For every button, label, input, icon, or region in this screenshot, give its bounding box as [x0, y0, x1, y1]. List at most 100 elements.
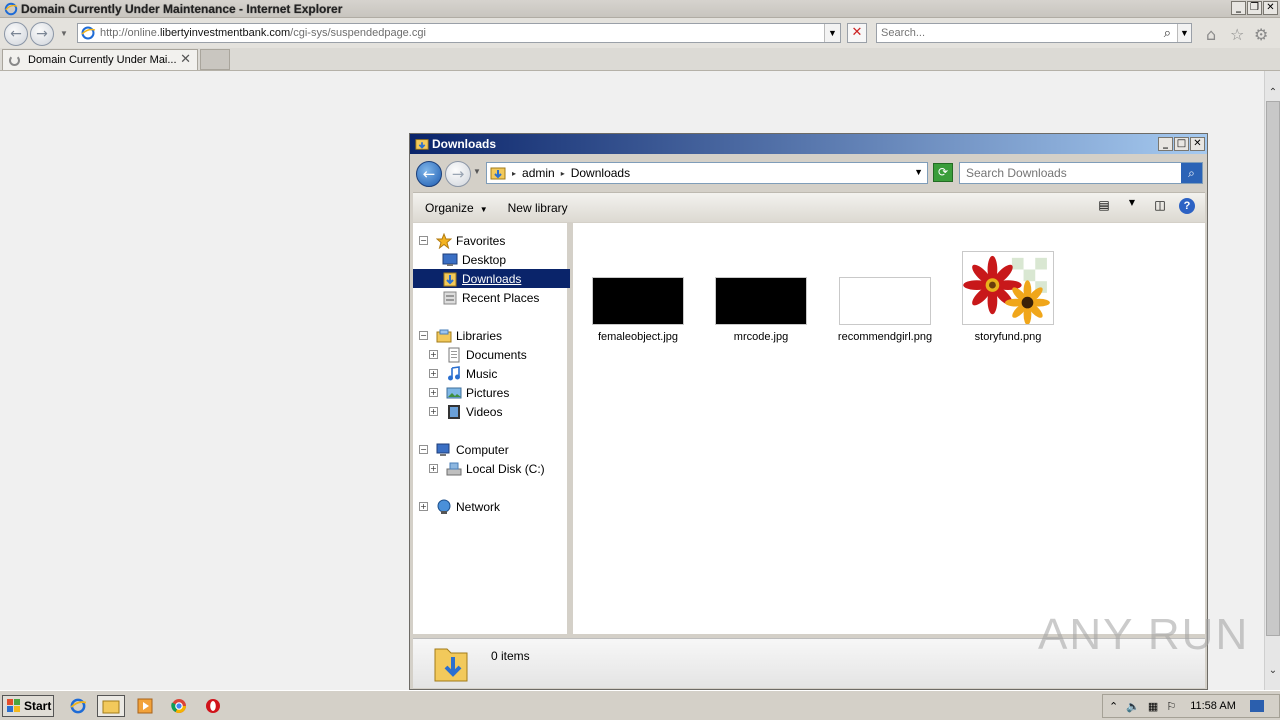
file-list-pane: femaleobject.jpg mrcode.jpg recommendgir…: [573, 223, 1205, 634]
breadcrumb-separator-icon[interactable]: ▸: [512, 169, 516, 178]
ie-search-input[interactable]: [877, 27, 1147, 39]
start-button[interactable]: Start: [2, 695, 54, 717]
tree-computer[interactable]: − Computer: [419, 440, 509, 459]
explorer-recent-dropdown[interactable]: ▼: [473, 167, 481, 176]
expand-icon[interactable]: +: [429, 369, 438, 378]
ie-url-text: http://online.libertyinvestmentbank.com/…: [100, 27, 426, 39]
tree-pictures[interactable]: + Pictures: [429, 383, 509, 402]
expand-icon[interactable]: +: [419, 502, 428, 511]
explorer-maximize-button[interactable]: □: [1174, 137, 1189, 151]
network-status-icon[interactable]: ▦: [1148, 700, 1158, 713]
file-item[interactable]: recommendgirl.png: [830, 277, 940, 343]
search-icon[interactable]: ⌕: [1164, 25, 1171, 41]
explorer-window: Downloads _ □ ✕ ← → ▼ ▸ admin ▸ Download…: [409, 133, 1208, 690]
file-name: storyfund.png: [974, 331, 1042, 343]
ie-title-bar: Domain Currently Under Maintenance - Int…: [0, 0, 1280, 18]
tree-local-disk[interactable]: + Local Disk (C:): [429, 459, 545, 478]
ie-back-button[interactable]: ←: [4, 22, 28, 46]
collapse-icon[interactable]: −: [419, 236, 428, 245]
explorer-close-button[interactable]: ✕: [1190, 137, 1205, 151]
tree-desktop[interactable]: Desktop: [442, 250, 512, 269]
ie-minimize-button[interactable]: _: [1231, 1, 1246, 15]
ie-tab-active[interactable]: Domain Currently Under Mai... ✕: [2, 49, 198, 70]
clock[interactable]: 11:58 AM: [1190, 700, 1236, 712]
ie-restore-button[interactable]: ❐: [1247, 1, 1262, 15]
ie-search-box[interactable]: ⌕ ▼: [876, 23, 1192, 43]
ie-stop-button[interactable]: ✕: [847, 23, 867, 43]
explorer-breadcrumb[interactable]: ▸ admin ▸ Downloads ▼: [486, 162, 928, 184]
volume-icon[interactable]: 🔈: [1126, 700, 1140, 713]
collapse-icon[interactable]: −: [419, 445, 428, 454]
explorer-search-input[interactable]: [960, 163, 1178, 183]
expand-icon[interactable]: +: [429, 464, 438, 473]
collapse-icon[interactable]: −: [419, 331, 428, 340]
tree-videos[interactable]: + Videos: [429, 402, 502, 421]
expand-icon[interactable]: +: [429, 407, 438, 416]
anyrun-watermark: ANY RUN: [1038, 610, 1250, 659]
tree-documents[interactable]: + Documents: [429, 345, 527, 364]
file-item[interactable]: femaleobject.jpg: [583, 277, 693, 343]
taskbar-explorer[interactable]: [97, 695, 125, 717]
explorer-search-box[interactable]: ⌕: [959, 162, 1203, 184]
scroll-down-arrow[interactable]: ⌄: [1265, 663, 1280, 679]
tree-music[interactable]: + Music: [429, 364, 497, 383]
breadcrumb-dropdown[interactable]: ▼: [914, 167, 923, 177]
downloads-folder-icon: [443, 272, 457, 286]
favorites-star-icon[interactable]: ☆: [1230, 25, 1244, 44]
tree-downloads[interactable]: Downloads: [413, 269, 570, 288]
tree-libraries[interactable]: − Libraries: [419, 326, 502, 345]
page-vertical-scrollbar[interactable]: ⌃ ⌄: [1264, 71, 1280, 690]
tab-close-icon[interactable]: ✕: [180, 52, 191, 67]
taskbar-chrome[interactable]: [165, 695, 193, 717]
show-desktop-icon[interactable]: [1249, 700, 1264, 712]
ie-address-bar[interactable]: http://online.libertyinvestmentbank.com/…: [77, 23, 841, 43]
taskbar-opera[interactable]: [199, 695, 227, 717]
show-hidden-icons-icon[interactable]: ⌃: [1109, 700, 1118, 713]
breadcrumb-separator-icon[interactable]: ▸: [561, 169, 565, 178]
home-icon[interactable]: ⌂: [1206, 25, 1216, 44]
ie-address-dropdown[interactable]: ▼: [824, 24, 840, 42]
flowers-thumbnail-icon: [962, 251, 1054, 325]
change-view-icon[interactable]: ▤: [1095, 198, 1113, 214]
pictures-icon: [446, 387, 462, 398]
gear-icon[interactable]: ⚙: [1254, 25, 1268, 44]
explorer-minimize-button[interactable]: _: [1158, 137, 1173, 151]
image-thumbnail: [592, 277, 684, 325]
new-library-button[interactable]: New library: [500, 201, 576, 215]
view-dropdown-icon[interactable]: ▼: [1123, 198, 1141, 214]
ie-search-dropdown[interactable]: ▼: [1177, 24, 1191, 42]
preview-pane-icon[interactable]: ◫: [1151, 198, 1169, 214]
refresh-icon[interactable]: ⟳: [933, 163, 953, 182]
ie-new-tab-button[interactable]: [200, 49, 230, 70]
ie-window-title: Domain Currently Under Maintenance - Int…: [21, 1, 343, 16]
action-center-flag-icon[interactable]: ⚐: [1166, 700, 1176, 713]
breadcrumb-downloads[interactable]: Downloads: [571, 166, 630, 180]
expand-icon[interactable]: +: [429, 388, 438, 397]
ie-close-button[interactable]: ✕: [1263, 1, 1278, 15]
taskbar-ie[interactable]: [64, 695, 92, 717]
tree-network[interactable]: + Network: [419, 497, 500, 516]
recent-places-icon: [443, 291, 457, 304]
file-item[interactable]: storyfund.png: [953, 251, 1063, 343]
videos-icon: [448, 404, 460, 419]
organize-button[interactable]: Organize ▼: [417, 201, 496, 215]
explorer-back-button[interactable]: ←: [416, 161, 442, 187]
expand-icon[interactable]: +: [429, 350, 438, 359]
scroll-up-arrow[interactable]: ⌃: [1265, 85, 1280, 101]
scrollbar-thumb[interactable]: [1266, 101, 1280, 636]
ie-tab-label: Domain Currently Under Mai...: [28, 54, 177, 66]
search-icon[interactable]: ⌕: [1181, 163, 1202, 183]
ie-forward-button[interactable]: →: [30, 22, 54, 46]
help-icon[interactable]: ?: [1179, 198, 1195, 214]
loading-spinner-icon: [9, 54, 20, 66]
tree-favorites[interactable]: − Favorites: [419, 231, 505, 250]
tree-recent-places[interactable]: Recent Places: [442, 288, 539, 307]
breadcrumb-admin[interactable]: admin: [522, 166, 555, 180]
taskbar-media-player[interactable]: [131, 695, 159, 717]
explorer-forward-button[interactable]: →: [445, 161, 471, 187]
file-item[interactable]: mrcode.jpg: [706, 277, 816, 343]
ie-recent-pages-dropdown[interactable]: ▼: [60, 29, 68, 38]
navigation-pane: − Favorites Desktop Downloads Recent Pla…: [413, 223, 570, 634]
ie-logo-icon: [70, 698, 87, 714]
libraries-icon: [436, 329, 452, 342]
